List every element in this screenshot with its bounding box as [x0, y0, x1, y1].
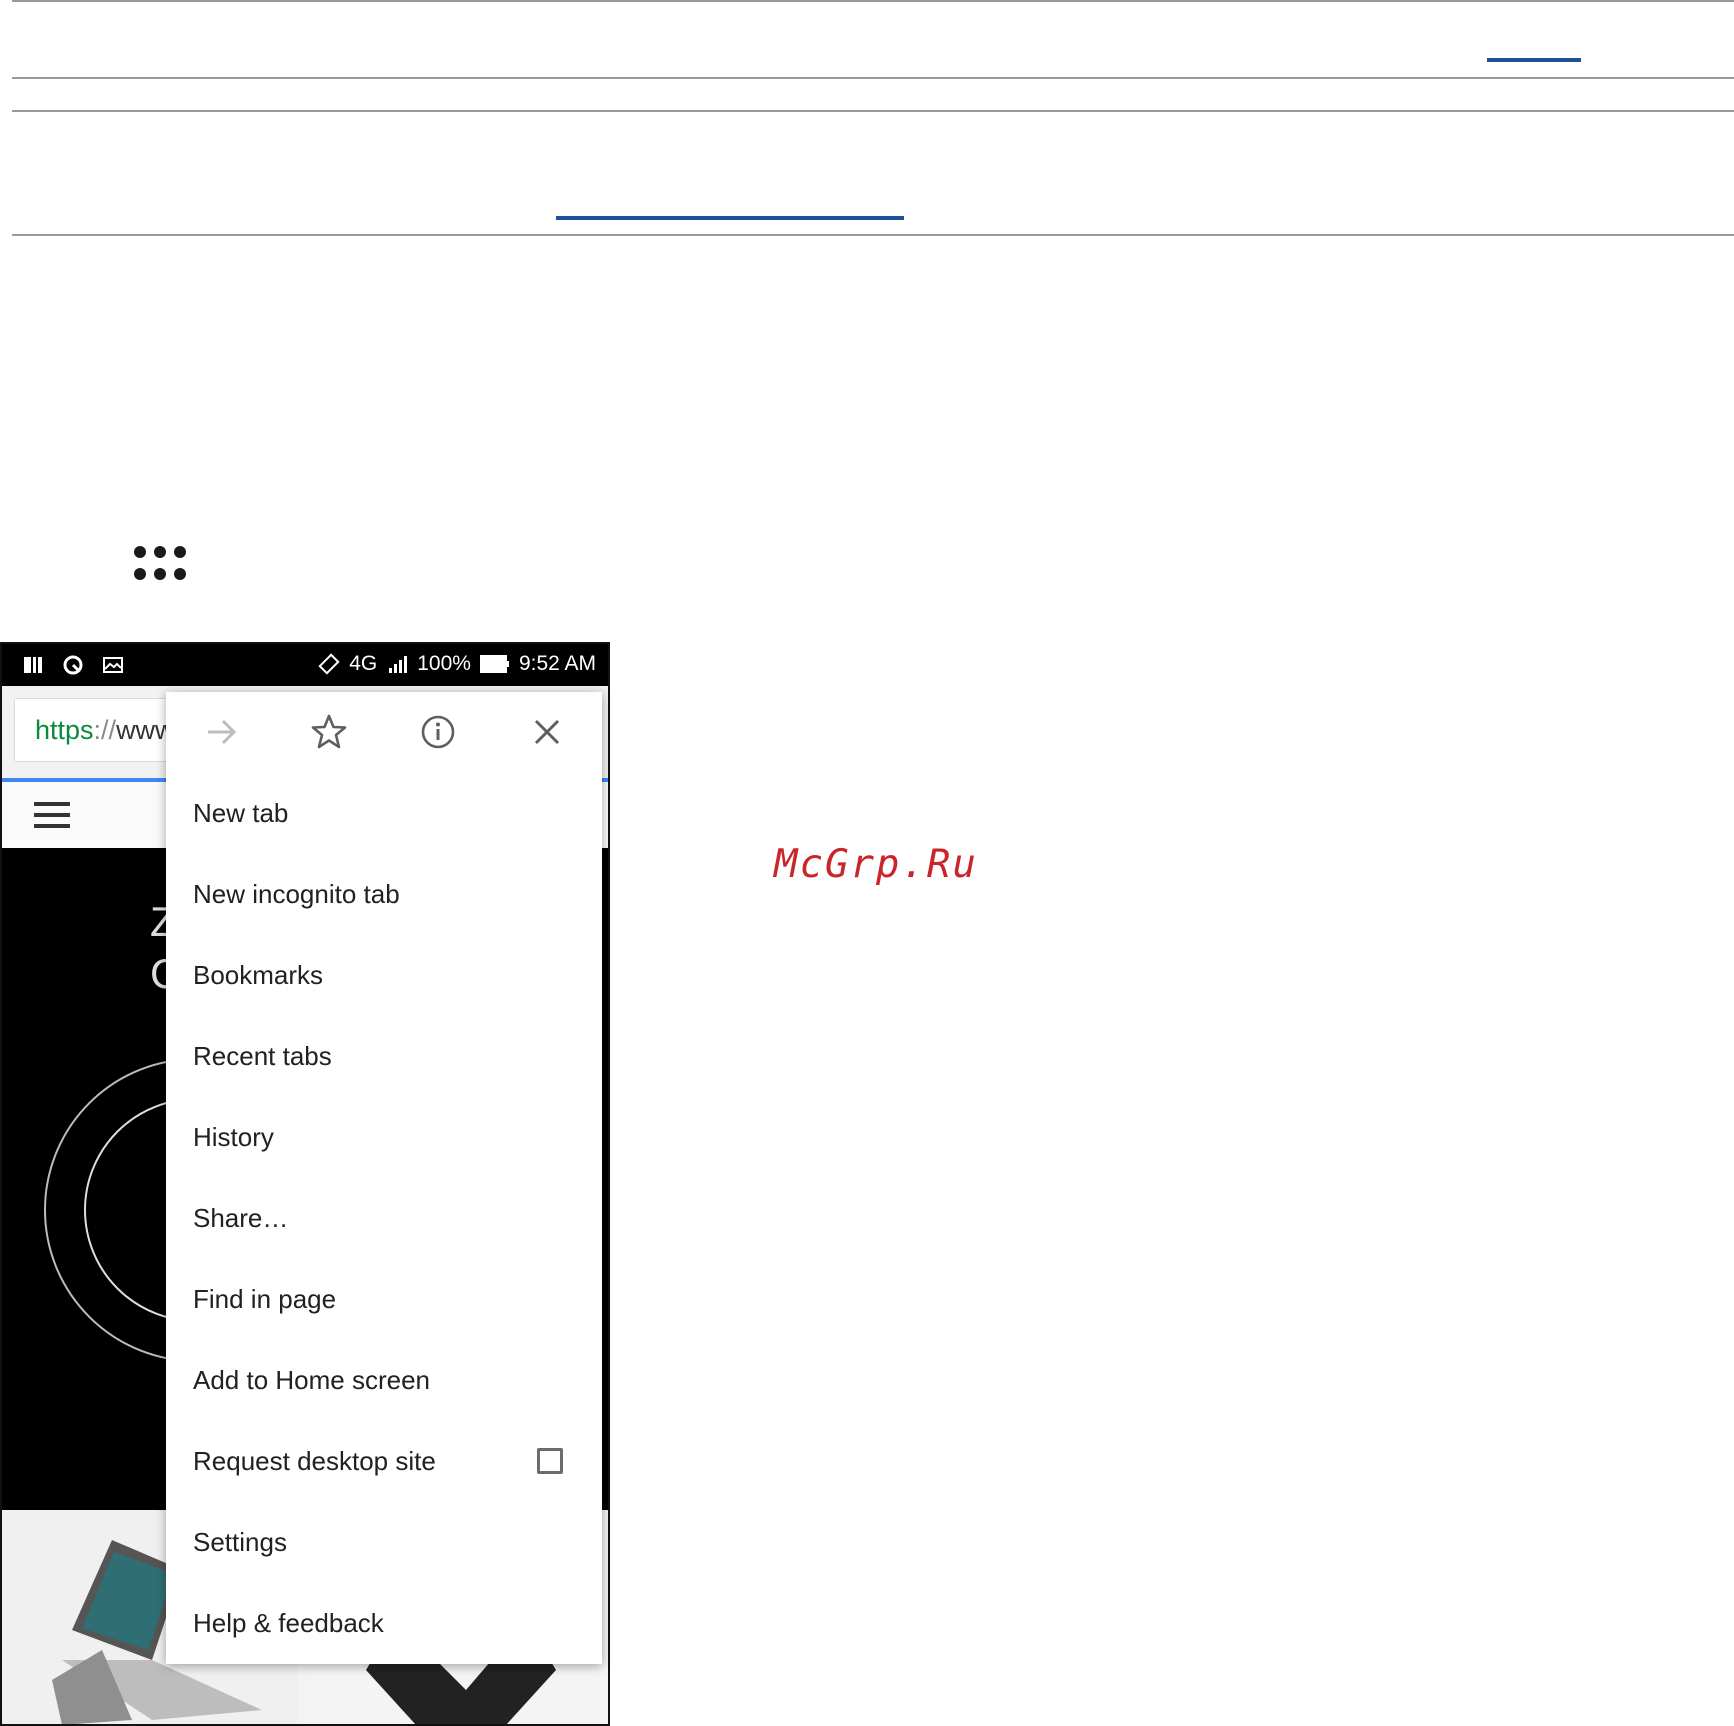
signal-icon	[389, 656, 408, 673]
menu-item-history[interactable]: History	[193, 1097, 575, 1178]
menu-item-label: History	[193, 1122, 274, 1152]
menu-item-request-desktop-site[interactable]: Request desktop site	[193, 1421, 575, 1502]
menu-item-settings[interactable]: Settings	[193, 1502, 575, 1583]
header-rule-1	[12, 77, 1734, 79]
menu-item-label: Share…	[193, 1203, 289, 1233]
image-icon	[103, 657, 123, 673]
menu-item-bookmarks[interactable]: Bookmarks	[193, 935, 575, 1016]
clock: 9:52 AM	[518, 652, 596, 675]
menu-item-label: Recent tabs	[193, 1041, 332, 1071]
menu-item-label: Find in page	[193, 1284, 337, 1314]
menu-item-add-to-home-screen[interactable]: Add to Home screen	[193, 1340, 575, 1421]
menu-item-share[interactable]: Share…	[193, 1178, 575, 1259]
menu-item-label: Settings	[193, 1527, 287, 1557]
speedometer-icon	[63, 655, 83, 675]
forward-arrow-icon[interactable]	[201, 712, 241, 752]
browser-overflow-menu: New tab New incognito tab Bookmarks Rece…	[166, 692, 602, 1664]
notification-book-icon	[24, 657, 42, 673]
menu-item-new-tab[interactable]: New tab	[193, 773, 575, 854]
menu-action-row	[166, 692, 602, 772]
header-accent-underline-center	[556, 216, 904, 220]
url-scheme: https	[35, 715, 94, 745]
network-type: 4G	[349, 652, 378, 675]
header-rule-3	[12, 234, 1734, 236]
menu-item-label: Add to Home screen	[193, 1365, 431, 1395]
all-apps-icon	[132, 544, 190, 582]
menu-item-label: Bookmarks	[193, 960, 324, 990]
top-rule	[12, 0, 1734, 2]
header-accent-underline-right	[1487, 58, 1581, 62]
menu-item-new-incognito-tab[interactable]: New incognito tab	[193, 854, 575, 935]
close-icon[interactable]	[527, 712, 567, 752]
menu-item-help-feedback[interactable]: Help & feedback	[193, 1583, 575, 1664]
url-separator: ://	[93, 715, 117, 745]
watermark-text: McGrp.Ru	[774, 842, 978, 887]
info-icon[interactable]	[418, 712, 458, 752]
menu-item-label: Request desktop site	[193, 1446, 436, 1476]
menu-item-label: New tab	[193, 798, 289, 828]
status-bar: 4G 100% 9:52 AM	[2, 644, 608, 686]
vibrate-icon	[318, 653, 340, 675]
star-icon[interactable]	[309, 712, 349, 752]
battery-percent: 100%	[417, 652, 471, 675]
header-rule-2	[12, 110, 1734, 112]
menu-item-find-in-page[interactable]: Find in page	[193, 1259, 575, 1340]
menu-item-label: Help & feedback	[193, 1608, 384, 1638]
menu-item-recent-tabs[interactable]: Recent tabs	[193, 1016, 575, 1097]
battery-icon	[479, 655, 509, 673]
menu-item-label: New incognito tab	[193, 879, 400, 909]
request-desktop-site-checkbox[interactable]	[537, 1448, 563, 1474]
hamburger-menu-icon[interactable]	[34, 802, 70, 828]
